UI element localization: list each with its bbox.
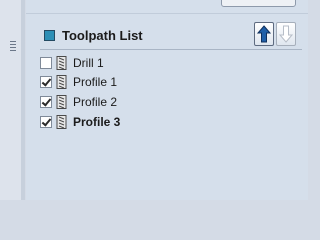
divider: [26, 13, 308, 14]
arrow-up-icon: [257, 25, 271, 43]
splitter-grip-icon[interactable]: [10, 41, 16, 55]
app-window: Toolpath List Drill 1 Profile 1 Profile …: [0, 0, 308, 200]
list-item[interactable]: Profile 1: [40, 73, 290, 91]
panel-title: Toolpath List: [62, 28, 143, 43]
drill-tool-icon: [56, 56, 67, 70]
end-mill-tool-icon: [56, 115, 67, 129]
panel-splitter[interactable]: [0, 0, 25, 200]
move-up-button[interactable]: [254, 22, 274, 46]
panel-header: Toolpath List: [26, 20, 308, 52]
toolpath-checkbox[interactable]: [40, 96, 52, 108]
top-toolbar-button[interactable]: [221, 0, 296, 7]
end-mill-tool-icon: [56, 75, 67, 89]
toolpath-list-panel: Toolpath List Drill 1 Profile 1 Profile …: [26, 0, 308, 200]
top-strip: [26, 0, 308, 14]
toolpath-checkbox[interactable]: [40, 76, 52, 88]
panel-icon: [44, 30, 55, 41]
toolpath-label: Profile 1: [73, 75, 118, 89]
list-item[interactable]: Drill 1: [40, 54, 290, 72]
move-down-button[interactable]: [276, 22, 296, 46]
toolpath-label: Drill 1: [73, 56, 104, 70]
list-item[interactable]: Profile 2: [40, 93, 290, 111]
toolpath-checkbox[interactable]: [40, 116, 52, 128]
list-item[interactable]: Profile 3: [40, 113, 290, 131]
toolpath-checkbox[interactable]: [40, 57, 52, 69]
end-mill-tool-icon: [56, 95, 67, 109]
arrow-down-icon: [279, 25, 293, 43]
header-divider: [40, 49, 302, 50]
splitter-edge: [21, 0, 25, 200]
toolpath-label: Profile 2: [73, 95, 118, 109]
toolpath-label: Profile 3: [73, 115, 121, 129]
